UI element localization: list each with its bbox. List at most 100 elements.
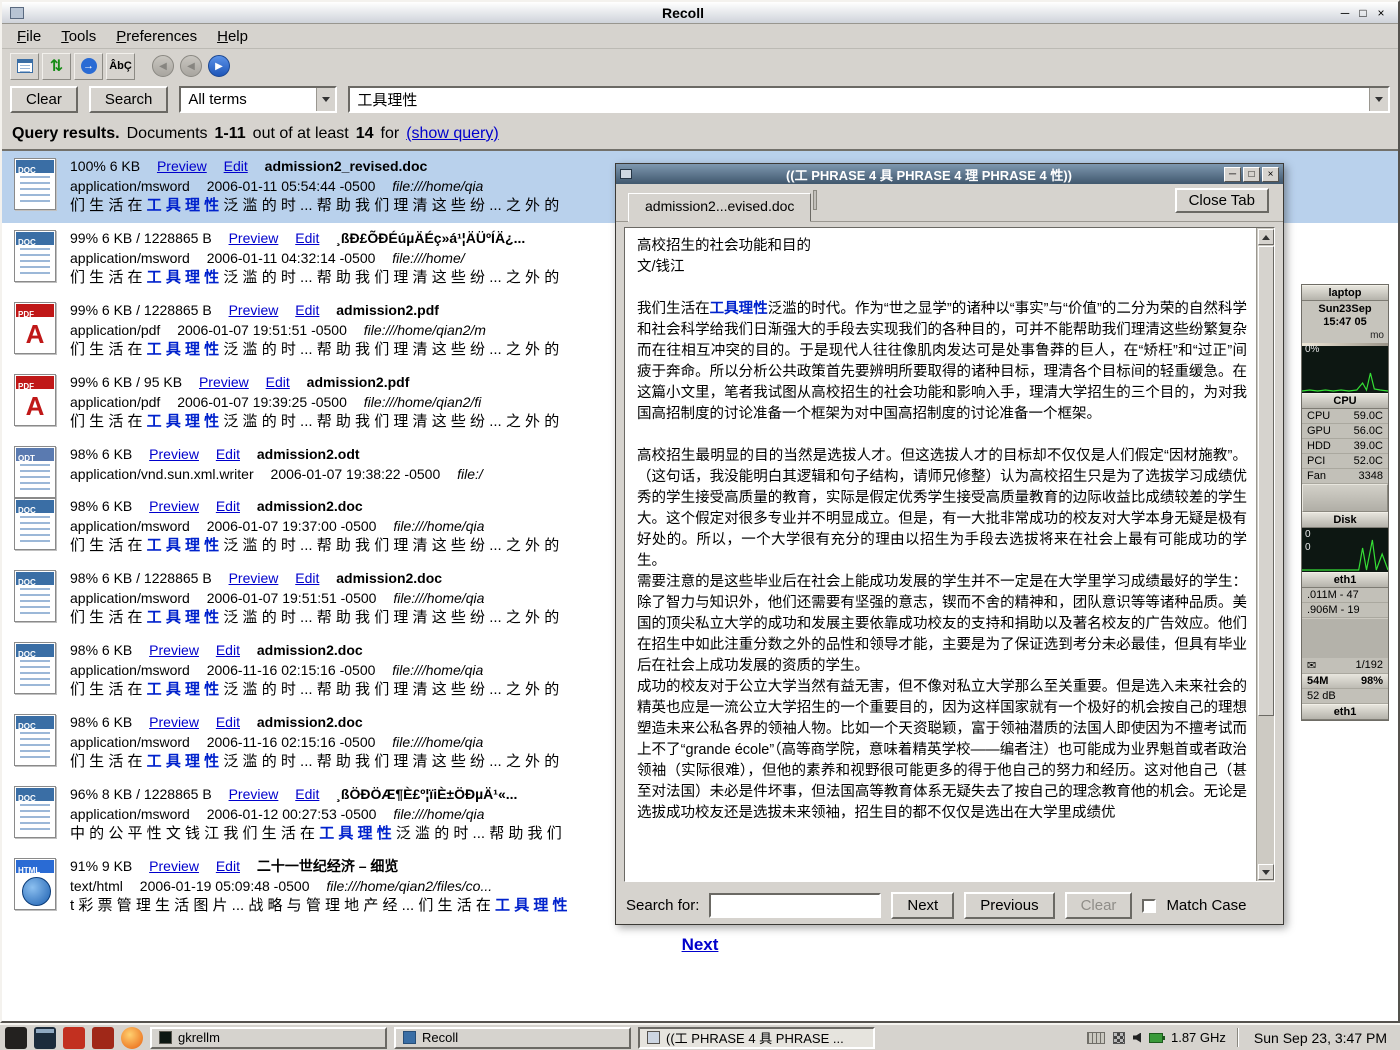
terminal-icon[interactable]: [34, 1027, 56, 1049]
result-edit-link[interactable]: Edit: [216, 498, 240, 514]
scroll-down-icon[interactable]: [1258, 864, 1274, 880]
preview-tab[interactable]: admission2...evised.doc: [628, 193, 811, 222]
find-input[interactable]: [709, 893, 881, 918]
preview-paragraph: 我们生活在工具理性泛滥的时代。作为“世之显学”的诸种以“事实”与“价值”的二分为…: [637, 299, 1247, 425]
sort-icon[interactable]: ⇅: [42, 53, 71, 80]
result-edit-link[interactable]: Edit: [216, 714, 240, 730]
doc-file-icon: [14, 570, 56, 622]
result-preview-link[interactable]: Preview: [157, 158, 207, 174]
result-edit-link[interactable]: Edit: [295, 786, 319, 802]
first-page-icon[interactable]: ◀: [152, 55, 174, 77]
launcher-icon-3[interactable]: [63, 1027, 85, 1049]
chevron-down-icon[interactable]: [316, 88, 335, 111]
term-explorer-icon[interactable]: ÂbÇ: [106, 53, 135, 80]
result-date: 2006-01-12 00:27:53 -0500: [207, 806, 377, 822]
gkrellm-bottom-label[interactable]: eth1: [1302, 704, 1388, 720]
close-tab-button[interactable]: Close Tab: [1175, 188, 1269, 213]
result-preview-link[interactable]: Preview: [229, 570, 279, 586]
taskbar-clock[interactable]: Sun Sep 23, 3:47 PM: [1246, 1030, 1395, 1046]
task-recoll[interactable]: Recoll: [394, 1027, 631, 1049]
search-input[interactable]: 工具理性: [348, 86, 1390, 113]
preview-paragraph: 成功的校友对于公立大学当然有益无害，但不像对私立大学那么至关重要。但是选入未来社…: [637, 677, 1247, 824]
preview-window-title: ((工 PHRASE 4 具 PHRASE 4 理 PHRASE 4 性)): [636, 165, 1222, 184]
search-button[interactable]: Search: [89, 86, 169, 113]
result-mimetype: application/msword: [70, 734, 190, 750]
pager-icon[interactable]: [1113, 1032, 1125, 1044]
battery-icon[interactable]: [1149, 1033, 1163, 1043]
preview-window-icon[interactable]: [620, 169, 632, 179]
volume-icon[interactable]: [1133, 1033, 1141, 1043]
launcher-icon-4[interactable]: [92, 1027, 114, 1049]
result-date: 2006-11-16 02:15:16 -0500: [207, 734, 376, 750]
match-case-checkbox[interactable]: [1142, 899, 1156, 913]
result-preview-link[interactable]: Preview: [229, 786, 279, 802]
menu-help[interactable]: Help: [208, 26, 257, 47]
maximize-icon[interactable]: □: [1354, 4, 1372, 22]
next-page-icon[interactable]: ▶: [208, 55, 230, 77]
cpu-frequency: 1.87 GHz: [1171, 1030, 1226, 1045]
result-preview-link[interactable]: Preview: [199, 374, 249, 390]
show-query-link[interactable]: (show query): [406, 125, 498, 143]
clear-button[interactable]: Clear: [10, 86, 78, 113]
maximize-icon[interactable]: □: [1243, 167, 1260, 182]
gkrellm-disk-chart[interactable]: 0 0: [1302, 528, 1388, 572]
gkrellm-net-label[interactable]: eth1: [1302, 572, 1388, 588]
result-edit-link[interactable]: Edit: [216, 858, 240, 874]
chevron-down-icon[interactable]: [1369, 88, 1388, 111]
find-clear-button[interactable]: Clear: [1065, 892, 1133, 919]
prev-page-icon[interactable]: ◀: [180, 55, 202, 77]
preview-text-area[interactable]: 高校招生的社会功能和目的文/钱江我们生活在工具理性泛滥的时代。作为“世之显学”的…: [624, 227, 1275, 882]
result-edit-link[interactable]: Edit: [266, 374, 290, 390]
keyboard-icon[interactable]: [1087, 1032, 1105, 1044]
result-mimetype: application/msword: [70, 250, 190, 266]
result-preview-link[interactable]: Preview: [149, 446, 199, 462]
window-menu-icon[interactable]: [10, 7, 24, 19]
result-preview-link[interactable]: Preview: [149, 858, 199, 874]
result-preview-link[interactable]: Preview: [229, 230, 279, 246]
task-gkrellm[interactable]: gkrellm: [150, 1027, 387, 1049]
find-next-button[interactable]: Next: [891, 892, 954, 919]
memory-row[interactable]: 54M98%: [1302, 674, 1388, 689]
result-preview-link[interactable]: Preview: [149, 642, 199, 658]
minimize-icon[interactable]: ─: [1224, 167, 1241, 182]
close-icon[interactable]: ×: [1262, 167, 1279, 182]
preview-titlebar[interactable]: ((工 PHRASE 4 具 PHRASE 4 理 PHRASE 4 性)) ─…: [616, 164, 1283, 184]
result-edit-link[interactable]: Edit: [295, 230, 319, 246]
browser-icon[interactable]: [121, 1027, 143, 1049]
doc-file-icon: [14, 642, 56, 694]
result-preview-link[interactable]: Preview: [229, 302, 279, 318]
gkrellm-hostname[interactable]: laptop: [1302, 285, 1388, 301]
mail-row[interactable]: ✉1/192: [1302, 658, 1388, 674]
result-edit-link[interactable]: Edit: [216, 446, 240, 462]
result-edit-link[interactable]: Edit: [224, 158, 248, 174]
next-results-link[interactable]: Next: [682, 935, 719, 954]
result-preview-link[interactable]: Preview: [149, 714, 199, 730]
jump-icon[interactable]: →: [74, 53, 103, 80]
search-mode-select[interactable]: All terms: [179, 86, 337, 113]
result-edit-link[interactable]: Edit: [216, 642, 240, 658]
find-previous-button[interactable]: Previous: [964, 892, 1054, 919]
close-icon[interactable]: ×: [1372, 4, 1390, 22]
gkrellm-cpu-chart[interactable]: 0%: [1302, 343, 1388, 393]
scrollbar-thumb[interactable]: [1258, 246, 1274, 716]
preview-paragraph: 高校招生最明显的目的当然是选拔人才。但这选拔人才的目标却不仅仅是人们假定“因材施…: [637, 446, 1247, 572]
scroll-up-icon[interactable]: [1258, 229, 1274, 245]
gkrellm-disk-label[interactable]: Disk: [1302, 512, 1388, 528]
clear-search-icon[interactable]: [10, 53, 39, 80]
menu-tools[interactable]: Tools: [52, 26, 105, 47]
window-titlebar[interactable]: Recoll ─ □ ×: [2, 2, 1398, 24]
result-edit-link[interactable]: Edit: [295, 302, 319, 318]
highlighted-term: 工 具 理 性: [147, 753, 220, 770]
menu-file[interactable]: File: [8, 26, 50, 47]
result-title: admission2_revised.doc: [265, 158, 428, 174]
gkrellm-cpu-label[interactable]: CPU: [1302, 393, 1388, 409]
gkrellm-clock[interactable]: Sun23Sep 15:47 05 mo: [1302, 301, 1388, 343]
minimize-icon[interactable]: ─: [1336, 4, 1354, 22]
result-preview-link[interactable]: Preview: [149, 498, 199, 514]
preview-scrollbar[interactable]: [1256, 228, 1274, 881]
match-case-label: Match Case: [1166, 897, 1246, 914]
task-preview[interactable]: ((工 PHRASE 4 具 PHRASE ...: [638, 1027, 875, 1049]
launcher-icon-1[interactable]: [5, 1027, 27, 1049]
menu-preferences[interactable]: Preferences: [107, 26, 206, 47]
result-edit-link[interactable]: Edit: [295, 570, 319, 586]
